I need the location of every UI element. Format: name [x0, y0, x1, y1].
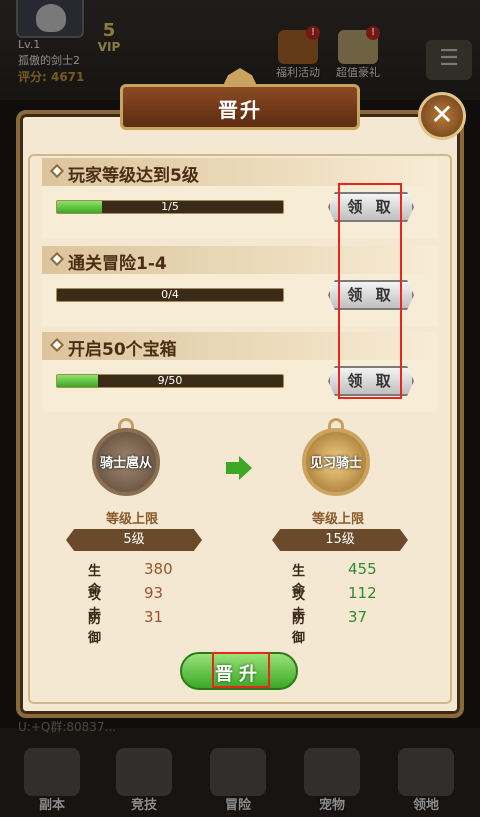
- task-header: 玩家等级达到5级: [42, 158, 438, 186]
- current-rank-medal: 骑士扈从: [92, 418, 160, 498]
- next-rank-medal: 见习骑士: [302, 418, 370, 498]
- stat-value: 112: [348, 584, 377, 602]
- task-progress-bar: 1/5: [56, 200, 284, 214]
- current-cap-label: 等级上限: [105, 512, 158, 527]
- claim-column-highlight: [338, 183, 402, 399]
- stat-value: 93: [144, 584, 164, 602]
- next-rank-name: 见习骑士: [309, 456, 362, 471]
- stat-value: 380: [144, 560, 173, 578]
- progress-text: 0/4: [161, 288, 179, 301]
- promote-highlight: [212, 652, 270, 688]
- current-rank-name: 骑士扈从: [99, 456, 152, 471]
- stat-value: 37: [348, 608, 368, 626]
- current-cap-value: 5级: [66, 529, 202, 551]
- diamond-bullet-icon: [49, 337, 65, 353]
- dialog-title-plate: 晋升: [120, 68, 360, 134]
- task-title: 玩家等级达到5级: [68, 166, 199, 186]
- stat-value: 31: [144, 608, 164, 626]
- next-cap-value: 15级: [272, 529, 408, 551]
- stat-value: 455: [348, 560, 377, 578]
- next-cap-label: 等级上限: [311, 512, 364, 527]
- diamond-bullet-icon: [49, 251, 65, 267]
- dialog-title: 晋升: [218, 98, 262, 122]
- task-progress-bar: 9/50: [56, 374, 284, 388]
- close-icon: ✕: [430, 98, 454, 131]
- task-progress-bar: 0/4: [56, 288, 284, 302]
- task-title: 通关冒险1-4: [68, 254, 167, 274]
- progress-text: 1/5: [161, 200, 179, 213]
- task-title: 开启50个宝箱: [68, 340, 177, 360]
- diamond-bullet-icon: [49, 163, 65, 179]
- stat-key: 防御: [88, 612, 102, 646]
- close-button[interactable]: ✕: [418, 92, 466, 140]
- progress-text: 9/50: [157, 374, 183, 387]
- stat-key: 防御: [292, 612, 306, 646]
